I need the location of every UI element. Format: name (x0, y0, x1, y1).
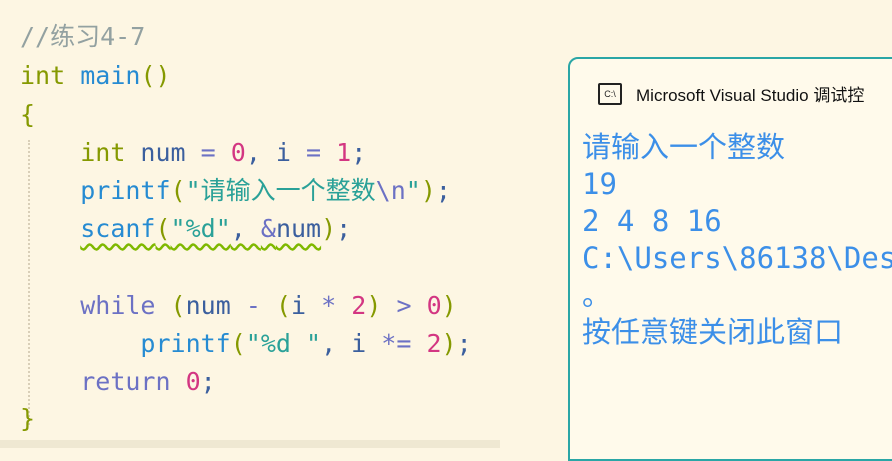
code-token: ; (200, 367, 216, 396)
code-token: "请输入一个整数 (185, 176, 376, 205)
code-token: = (306, 138, 322, 167)
console-output-line: 2 4 8 16 (582, 204, 722, 238)
code-token: ; (435, 176, 451, 205)
console-output-line: 请输入一个整数 (582, 130, 786, 164)
code-line[interactable]: printf("%d ", i *= 2); (20, 325, 472, 363)
console-title: Microsoft Visual Studio 调试控 (636, 86, 865, 105)
code-token: 0 (426, 291, 442, 320)
code-token: 2 (426, 329, 442, 358)
code-token: ( (170, 291, 186, 320)
code-token: 0 (230, 138, 246, 167)
code-token: ) (321, 214, 337, 243)
code-token: = (200, 138, 216, 167)
code-token: ( (155, 214, 171, 243)
code-token: ) (441, 329, 457, 358)
debug-console-window[interactable]: C:\ Microsoft Visual Studio 调试控 请输入一个整数 … (568, 57, 892, 461)
code-token: & (260, 214, 276, 243)
code-line[interactable]: } (20, 400, 35, 438)
code-token: printf (80, 176, 171, 205)
code-line[interactable]: int main() (20, 57, 171, 95)
code-token: , (230, 214, 261, 243)
code-token: 0 (185, 367, 201, 396)
code-token: "%d" (170, 214, 231, 243)
code-token: ; (351, 138, 367, 167)
console-icon: C:\ (598, 83, 622, 105)
code-token: ( (275, 291, 292, 320)
code-token: return (80, 367, 171, 396)
code-token: int (80, 138, 126, 167)
console-output-line: C:\Users\86138\Desktop (582, 241, 892, 275)
code-token: 1 (336, 138, 352, 167)
code-token: num (275, 214, 322, 243)
code-token: printf (140, 329, 231, 358)
code-token: , i (245, 138, 307, 167)
console-output-line: 。 (582, 278, 612, 312)
code-token: ; (336, 214, 352, 243)
code-token: , i (321, 329, 382, 358)
code-token: { (20, 100, 36, 129)
code-token: *= (381, 329, 412, 358)
code-token: * (321, 291, 337, 320)
code-line[interactable]: scanf("%d", &num); (20, 210, 351, 248)
code-line[interactable]: //练习4-7 (20, 18, 145, 56)
code-token: i (291, 291, 322, 320)
code-token: " (405, 176, 421, 205)
code-token: //练习4-7 (20, 22, 146, 51)
console-output-line: 19 (582, 167, 617, 201)
code-token: while (80, 291, 156, 320)
console-titlebar[interactable]: C:\ Microsoft Visual Studio 调试控 (570, 59, 892, 129)
code-line[interactable]: while (num - (i * 2) > 0) (20, 287, 457, 325)
code-token: ) (441, 291, 457, 320)
editor-scrollbar[interactable] (0, 440, 500, 448)
code-token: - (245, 291, 261, 320)
code-token: ( (230, 329, 246, 358)
code-line[interactable]: return 0; (20, 363, 216, 401)
code-token: ) (420, 176, 436, 205)
code-token: "%d " (245, 329, 322, 358)
code-token: ; (456, 329, 472, 358)
code-token: ( (170, 176, 186, 205)
code-line[interactable]: printf("请输入一个整数\n"); (20, 172, 451, 210)
code-token: scanf (80, 214, 156, 243)
code-line[interactable]: int num = 0, i = 1; (20, 134, 366, 172)
code-token: 2 (351, 291, 367, 320)
code-token: main (80, 61, 141, 90)
code-token: () (140, 61, 171, 90)
code-token: \n (375, 176, 406, 205)
code-token: ) (366, 291, 382, 320)
code-token: num (125, 138, 201, 167)
code-token: int (20, 61, 66, 90)
code-token: > (396, 291, 412, 320)
code-token: num (185, 291, 246, 320)
code-token: } (20, 404, 36, 433)
console-output-line: 按任意键关闭此窗口 (582, 315, 844, 349)
code-line[interactable]: { (20, 96, 35, 134)
